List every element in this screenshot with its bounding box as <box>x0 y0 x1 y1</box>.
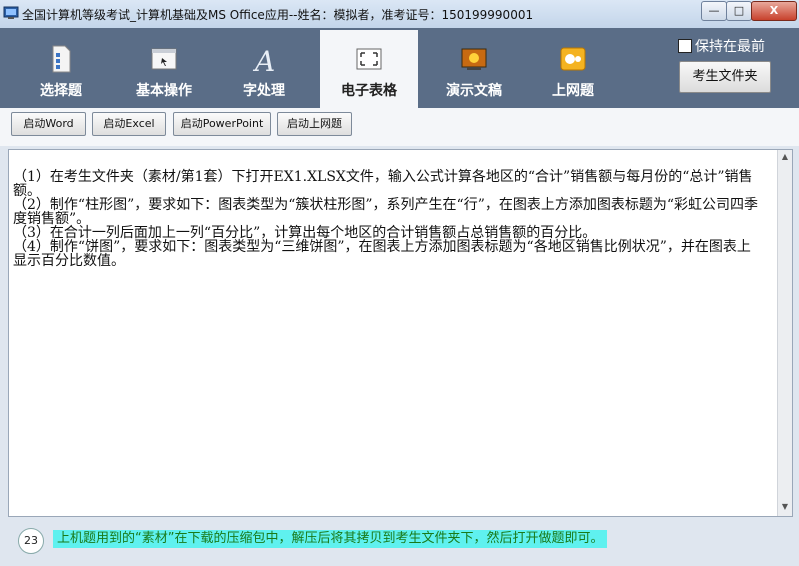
spreadsheet-icon <box>356 48 382 70</box>
scroll-down-icon[interactable]: ▼ <box>780 502 790 514</box>
letter-a-icon: A <box>252 45 275 74</box>
tab-internet[interactable]: 上网题 <box>524 30 622 108</box>
presentation-icon <box>461 48 487 70</box>
question-panel[interactable]: （1）在考生文件夹（素材/第1套）下打开EX1.XLSX文件，输入公式计算各地区… <box>8 149 793 517</box>
document-icon <box>52 45 71 73</box>
vertical-scrollbar[interactable]: ▲ ▼ <box>777 150 792 516</box>
keep-on-top-label: 保持在最前 <box>695 39 765 55</box>
question-item: （2）制作“柱形图”，要求如下：图表类型为“簇状柱形图”，系列产生在“行”，在图… <box>13 197 759 227</box>
question-item: （3）在合计一列后面加上一列“百分比”，计算出每个地区的合计销售额占总销售额的百… <box>13 225 597 241</box>
tab-presentation[interactable]: 演示文稿 <box>425 30 523 108</box>
launch-excel-button[interactable]: 启动Excel <box>92 112 166 136</box>
maximize-icon: □ <box>733 4 745 17</box>
tab-label: 选择题 <box>40 83 82 99</box>
tab-label: 字处理 <box>243 83 285 99</box>
close-button[interactable]: X <box>751 1 797 21</box>
launch-internet-button[interactable]: 启动上网题 <box>277 112 352 136</box>
question-text: （1）在考生文件夹（素材/第1套）下打开EX1.XLSX文件，输入公式计算各地区… <box>9 170 779 268</box>
app-icon <box>3 6 19 19</box>
tab-basic-operations[interactable]: 基本操作 <box>115 30 213 108</box>
tab-choice[interactable]: 选择题 <box>12 30 110 108</box>
window-icon <box>151 48 177 70</box>
launch-powerpoint-button[interactable]: 启动PowerPoint <box>173 112 271 136</box>
tab-word-processing[interactable]: A 字处理 <box>215 30 313 108</box>
keep-on-top-checkbox[interactable]: 保持在最前 <box>678 36 765 56</box>
question-item: （4）制作“饼图”，要求如下：图表类型为“三维饼图”，在图表上方添加图表标题为“… <box>13 239 751 269</box>
tab-bar: 选择题 基本操作 A 字处理 电子表格 演示文稿 上网题 保持在最前 考生文件夹 <box>0 28 799 108</box>
launch-toolbar: 启动Word 启动Excel 启动PowerPoint 启动上网题 <box>0 108 799 146</box>
tab-label: 演示文稿 <box>446 83 502 99</box>
tab-label: 电子表格 <box>341 83 397 99</box>
maximize-button[interactable]: □ <box>726 1 752 21</box>
internet-icon <box>560 47 586 71</box>
checkbox-box[interactable] <box>678 39 692 53</box>
svg-text:A: A <box>252 45 275 74</box>
window-title: 全国计算机等级考试_计算机基础及MS Office应用--姓名：模拟者，准考证号… <box>22 8 534 22</box>
close-icon: X <box>769 4 779 17</box>
tab-spreadsheet[interactable]: 电子表格 <box>320 30 418 108</box>
count-badge: 23 <box>18 528 44 554</box>
minimize-button[interactable]: — <box>701 1 727 21</box>
launch-word-button[interactable]: 启动Word <box>11 112 86 136</box>
question-item: （1）在考生文件夹（素材/第1套）下打开EX1.XLSX文件，输入公式计算各地区… <box>13 169 753 199</box>
scroll-up-icon[interactable]: ▲ <box>780 152 790 164</box>
minimize-icon: — <box>708 4 720 17</box>
status-bar: 23 上机题用到的“素材”在下载的压缩包中，解压后将其拷贝到考生文件夹下，然后打… <box>0 517 799 566</box>
tab-label: 基本操作 <box>136 83 192 99</box>
title-bar: 全国计算机等级考试_计算机基础及MS Office应用--姓名：模拟者，准考证号… <box>0 0 799 29</box>
material-notice: 上机题用到的“素材”在下载的压缩包中，解压后将其拷贝到考生文件夹下，然后打开做题… <box>53 530 608 548</box>
tab-label: 上网题 <box>552 83 594 99</box>
candidate-folder-button[interactable]: 考生文件夹 <box>679 61 771 93</box>
